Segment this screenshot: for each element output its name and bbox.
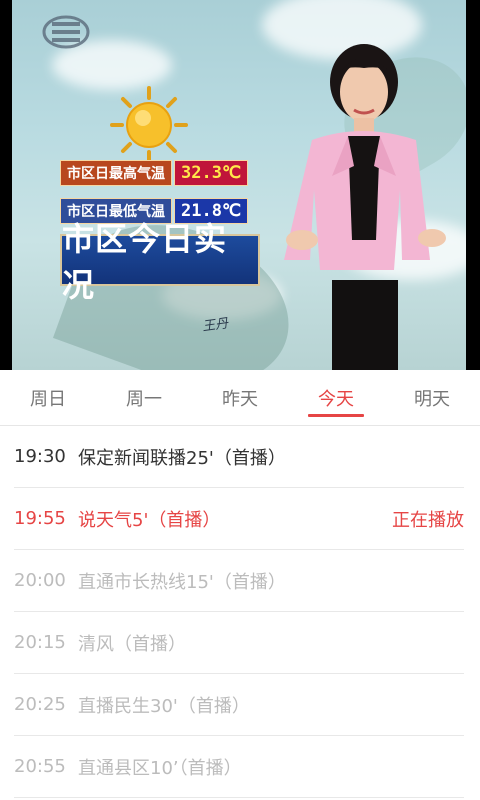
program-title: 直通县区10’（首播） [78,757,242,779]
program-schedule: 19:30 保定新闻联播25'（首播） 19:55 说天气5'（首播） 正在播放… [0,426,480,798]
now-playing-label: 正在播放 [392,509,464,531]
list-item[interactable]: 20:55 直通县区10’（首播） [14,736,464,798]
program-time: 20:15 [14,632,66,653]
list-item[interactable]: 19:55 说天气5'（首播） 正在播放 [14,488,464,550]
program-time: 20:25 [14,694,66,715]
overlay-title: 市区今日实况 [60,220,260,304]
list-item[interactable]: 19:30 保定新闻联播25'（首播） [14,426,464,488]
tab-today[interactable]: 今天 [288,370,384,425]
tab-tomorrow[interactable]: 明天 [384,370,480,425]
list-item[interactable]: 20:15 清风（首播） [14,612,464,674]
list-item[interactable]: 20:00 直通市长热线15'（首播） [14,550,464,612]
program-title: 说天气5'（首播） [78,509,221,531]
video-frame: 市区日最高气温 32.3℃ 市区日最低气温 21.8℃ 市区今日实况 王丹 [12,0,466,370]
tab-yesterday[interactable]: 昨天 [192,370,288,425]
program-title: 清风（首播） [78,633,186,655]
presenter-figure [284,44,446,370]
program-time: 19:30 [14,446,66,467]
tab-sunday[interactable]: 周日 [0,370,96,425]
max-temp-row: 市区日最高气温 32.3℃ [60,158,249,188]
max-temp-value: 32.3℃ [174,160,249,186]
channel-logo-icon [42,15,90,49]
list-item[interactable]: 20:25 直播民生30'（首播） [14,674,464,736]
video-player[interactable]: 市区日最高气温 32.3℃ 市区日最低气温 21.8℃ 市区今日实况 王丹 [0,0,480,370]
sun-icon [110,86,188,164]
program-time: 19:55 [14,508,66,529]
program-title: 直通市长热线15'（首播） [78,571,286,593]
signature-text: 王丹 [201,316,230,335]
program-time: 20:00 [14,570,66,591]
program-title: 保定新闻联播25'（首播） [78,447,286,469]
program-title: 直播民生30'（首播） [78,695,250,717]
max-temp-label: 市区日最高气温 [60,160,172,186]
weather-overlay: 市区日最高气温 32.3℃ 市区日最低气温 21.8℃ 市区今日实况 [60,158,260,304]
program-time: 20:55 [14,756,66,777]
tab-monday[interactable]: 周一 [96,370,192,425]
day-tabs: 周日 周一 昨天 今天 明天 [0,370,480,426]
